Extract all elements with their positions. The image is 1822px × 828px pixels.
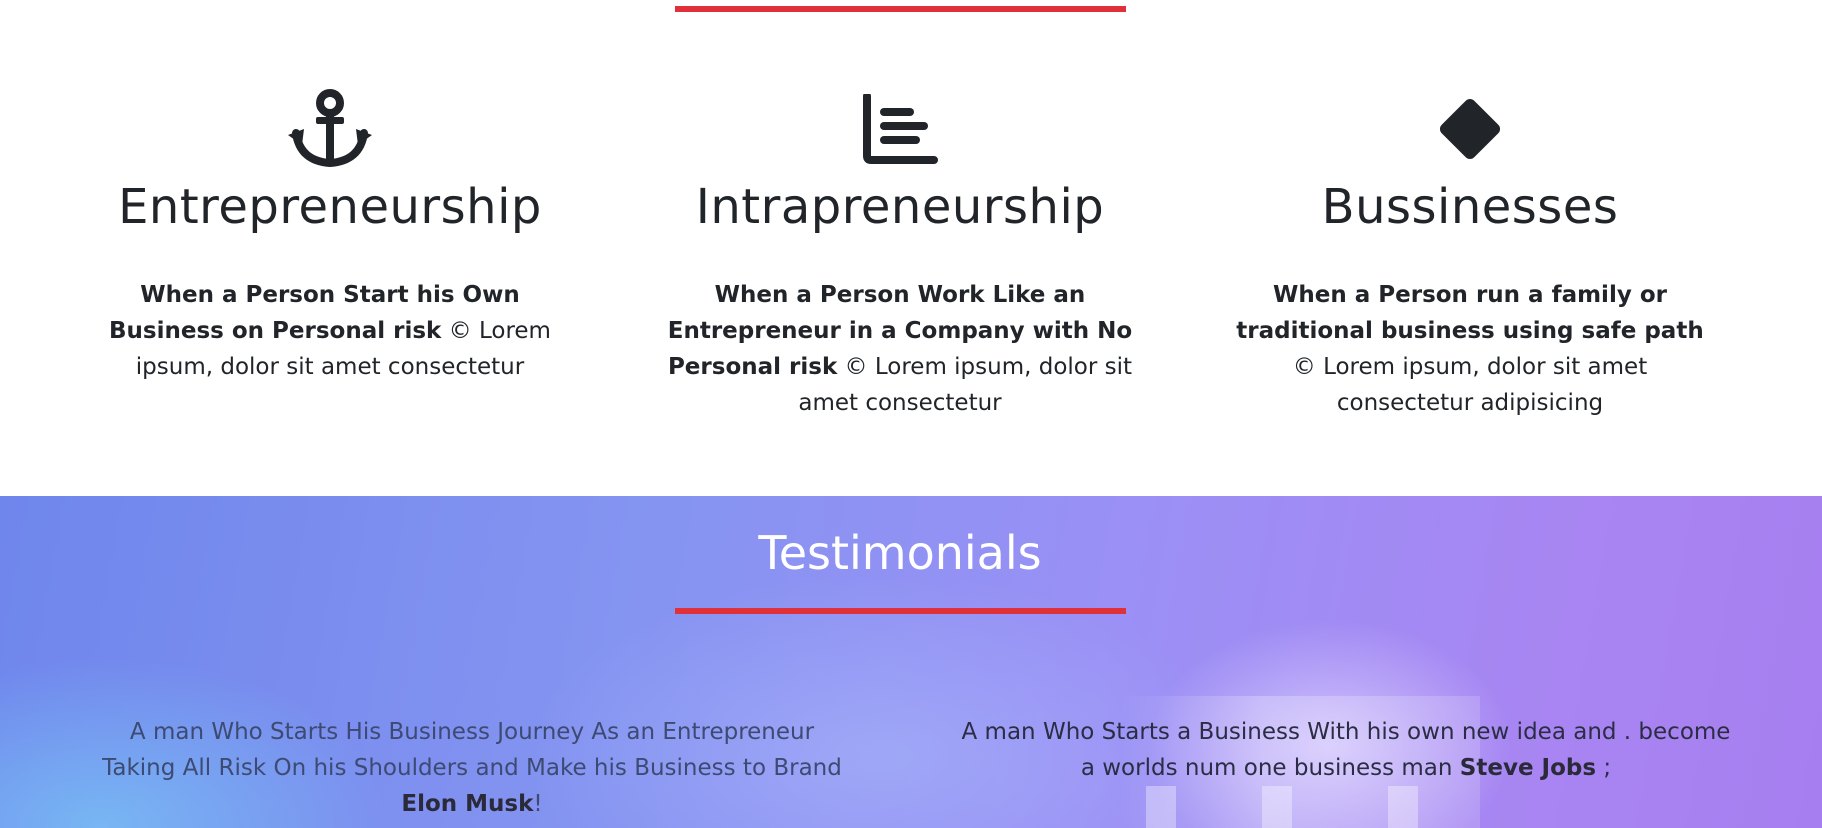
- quote-suffix: !: [533, 791, 543, 817]
- section-divider: [675, 6, 1126, 12]
- feature-title: Intrapreneurship: [695, 179, 1105, 235]
- feature-description: When a Person Start his Own Business on …: [90, 277, 570, 385]
- feature-card-intrapreneurship: Intrapreneurship When a Person Work Like…: [640, 84, 1160, 421]
- feature-title: Bussinesses: [1321, 179, 1619, 235]
- quote-suffix: ;: [1596, 755, 1612, 781]
- feature-card-businesses: Bussinesses When a Person run a family o…: [1210, 84, 1730, 421]
- background-decoration: [1146, 786, 1176, 828]
- feature-description: When a Person Work Like an Entrepreneur …: [660, 277, 1140, 421]
- testimonial-quote: A man Who Starts His Business Journey As…: [94, 714, 850, 822]
- feature-description-text: © Lorem ipsum, dolor sit amet consectetu…: [1292, 354, 1648, 417]
- features-section: Entrepreneurship When a Person Start his…: [0, 0, 1822, 496]
- testimonials-section: Testimonials A man Who Starts His Busine…: [0, 496, 1822, 828]
- background-decoration: [1388, 786, 1418, 828]
- feature-card-entrepreneurship: Entrepreneurship When a Person Start his…: [70, 84, 590, 385]
- testimonials-heading: Testimonials: [758, 526, 1042, 580]
- anchor-icon: [285, 84, 375, 174]
- quote-author: Steve Jobs: [1459, 755, 1597, 781]
- diamond-icon: [1425, 84, 1515, 174]
- quote-text: A man Who Starts a Business With his own…: [961, 719, 1731, 781]
- feature-title: Entrepreneurship: [118, 179, 542, 235]
- background-decoration: [1262, 786, 1292, 828]
- testimonial-quote: A man Who Starts a Business With his own…: [956, 714, 1736, 786]
- feature-description-text: © Lorem ipsum, dolor sit amet consectetu…: [798, 354, 1133, 417]
- feature-description: When a Person run a family or traditiona…: [1230, 277, 1710, 421]
- quote-author: Elon Musk: [401, 791, 534, 817]
- quote-text: A man Who Starts His Business Journey As…: [102, 719, 842, 781]
- chart-bars-icon: [855, 84, 945, 174]
- section-divider: [675, 608, 1126, 614]
- feature-description-bold: When a Person run a family or traditiona…: [1236, 282, 1704, 345]
